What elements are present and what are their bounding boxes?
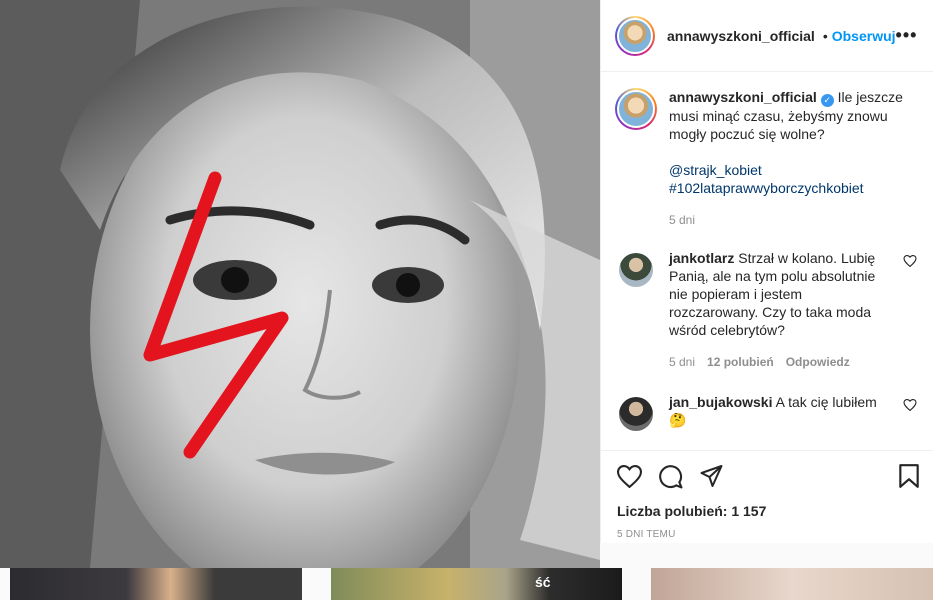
post-header: annawyszkoni_official • Obserwuj •••: [601, 0, 933, 72]
reply-button[interactable]: Odpowiedz: [786, 353, 850, 371]
comment-likes[interactable]: 12 polubień: [707, 353, 774, 371]
caption-username[interactable]: annawyszkoni_official: [669, 89, 817, 105]
comments-list[interactable]: annawyszkoni_official ✓ Ile jeszcze musi…: [601, 72, 933, 450]
post-actions: Liczba polubień: 1 157 5 dni temu: [601, 450, 933, 540]
thumbnail-post[interactable]: [651, 568, 933, 600]
comment-text: A tak cię lubiłem: [775, 394, 877, 410]
author-username[interactable]: annawyszkoni_official: [667, 28, 815, 44]
comment-emoji: 🤔: [669, 412, 687, 428]
comment-row: jankotlarz Strzał w kolano. Lubię Panią,…: [615, 249, 917, 371]
hashtag-link[interactable]: #102lataprawwyborczychkobiet: [669, 179, 917, 197]
thumbnail-post[interactable]: [331, 568, 622, 600]
photo-illustration: [0, 0, 600, 568]
more-posts-strip: [0, 568, 933, 600]
commenter-avatar[interactable]: [619, 397, 653, 431]
caption-time[interactable]: 5 dni: [669, 211, 695, 229]
bookmark-icon[interactable]: [898, 463, 920, 489]
post-side-panel: annawyszkoni_official • Obserwuj ••• ann…: [600, 0, 933, 543]
comment-icon[interactable]: [658, 464, 683, 489]
thumbnail-post[interactable]: [10, 568, 302, 600]
share-icon[interactable]: [699, 464, 724, 488]
commenter-avatar[interactable]: [619, 253, 653, 287]
caption-author-avatar[interactable]: [615, 88, 657, 130]
comment-username[interactable]: jankotlarz: [669, 250, 734, 266]
comment-username[interactable]: jan_bujakowski: [669, 394, 772, 410]
more-icon[interactable]: •••: [896, 25, 918, 46]
post-timestamp[interactable]: 5 dni temu: [617, 529, 920, 540]
comment-like-heart-icon[interactable]: [903, 255, 917, 267]
author-avatar[interactable]: [615, 15, 655, 56]
like-heart-icon[interactable]: [617, 464, 642, 488]
mention-link[interactable]: @strajk_kobiet: [669, 161, 917, 179]
comment-time[interactable]: 5 dni: [669, 353, 695, 371]
comment-row: jan_bujakowski A tak cię lubiłem 🤔: [615, 393, 917, 431]
comment-like-heart-icon[interactable]: [903, 399, 917, 411]
likes-count[interactable]: Liczba polubień: 1 157: [617, 503, 920, 519]
caption-meta: 5 dni: [669, 211, 917, 229]
thumbnail-text: ść: [535, 574, 551, 590]
post-photo[interactable]: [0, 0, 600, 568]
comment-meta: 5 dni 12 polubień Odpowiedz: [669, 353, 895, 371]
separator-dot: •: [822, 27, 828, 44]
verified-icon: ✓: [820, 94, 834, 107]
follow-button[interactable]: Obserwuj: [832, 28, 896, 44]
caption-row: annawyszkoni_official ✓ Ile jeszcze musi…: [615, 88, 917, 229]
